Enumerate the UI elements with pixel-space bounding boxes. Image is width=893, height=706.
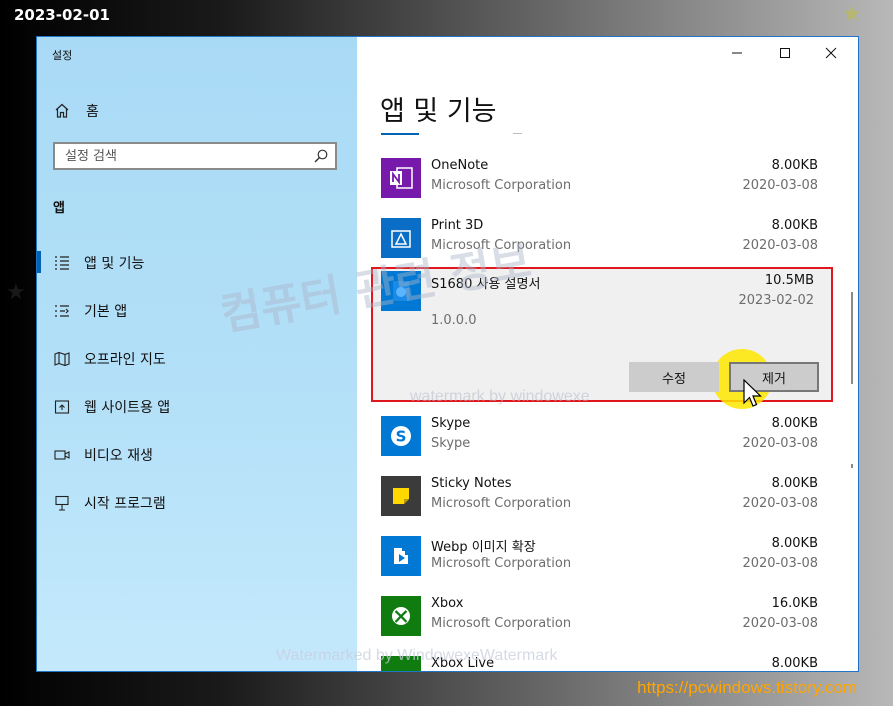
main-content: 앱 및 기능 OneNote Microsoft Corporation 8.0… [357,37,858,671]
app-publisher: Skype [431,436,471,451]
app-name: OneNote [431,158,489,173]
apps-features-icon [53,254,71,272]
app-name: Sticky Notes [431,476,512,491]
home-label: 홈 [86,104,99,120]
watermark-bottom-text: Watermarked by WindowexeWatermark [276,647,558,664]
page-title: 앱 및 기능 [380,96,497,127]
sidebar-item-video-playback[interactable]: 비디오 재생 [37,431,357,479]
app-install-date: 2023-02-02 [738,293,814,308]
close-button[interactable] [808,37,854,69]
section-heading-apps: 앱 [53,201,65,216]
settings-window: 설정 홈 앱 앱 및 기능 [36,36,859,672]
maximize-button[interactable] [762,37,808,69]
app-name: Xbox [431,596,464,611]
app-install-date: 2020-03-08 [742,556,818,571]
app-install-date: 2020-03-08 [742,616,818,631]
sidebar-item-label: 기본 앱 [84,304,128,320]
app-install-date: 2020-03-08 [742,436,818,451]
skype-icon: S [381,416,421,456]
sidebar-item-label: 시작 프로그램 [84,496,166,512]
window-title: 설정 [52,49,73,62]
home-nav[interactable]: 홈 [53,101,99,121]
app-install-date: 2020-03-08 [742,178,818,193]
app-size: 8.00KB [771,218,818,233]
star-decoration-icon: ★ [6,280,26,305]
app-name: Webp 이미지 확장 [431,540,536,555]
app-size: 8.00KB [771,476,818,491]
app-list-item[interactable]: Sticky Notes Microsoft Corporation 8.00K… [357,476,837,536]
sidebar-item-websites-apps[interactable]: 웹 사이트용 앱 [37,383,357,431]
app-install-date: 2020-03-08 [742,238,818,253]
app-size: 8.00KB [771,416,818,431]
app-size: 16.0KB [771,596,818,611]
divider [513,133,522,134]
default-apps-icon [53,302,71,320]
maximize-icon [780,48,790,58]
onenote-icon [381,158,421,198]
xbox-icon [381,596,421,636]
scrollbar-track-mark [851,464,853,468]
app-install-date: 2020-03-08 [742,496,818,511]
sidebar-item-label: 웹 사이트용 앱 [84,400,171,416]
blog-url-overlay: https://pcwindows.tistory.com [637,678,857,697]
star-decoration-icon: ★ [842,2,862,27]
app-publisher: Microsoft Corporation [431,178,572,193]
minimize-icon [732,52,742,54]
app-version: 1.0.0.0 [431,313,477,328]
sidebar-item-offline-maps[interactable]: 오프라인 지도 [37,335,357,383]
sticky-notes-icon [381,476,421,516]
startup-icon [53,494,71,512]
sidebar-item-label: 오프라인 지도 [84,352,166,368]
app-list-item[interactable]: S Skype Skype 8.00KB 2020-03-08 [357,416,837,476]
app-publisher: Microsoft Corporation [431,616,572,631]
minimize-button[interactable] [714,37,760,69]
sidebar-item-label: 앱 및 기능 [84,256,145,272]
search-icon[interactable] [313,148,329,164]
webp-extension-icon [381,536,421,576]
app-name: Print 3D [431,218,484,233]
mouse-cursor-icon [743,379,762,407]
home-icon [53,102,71,120]
app-list-item[interactable]: Webp 이미지 확장 Microsoft Corporation 8.00KB… [357,536,837,596]
title-underline [381,133,419,135]
svg-text:S: S [396,428,407,446]
app-size: 8.00KB [771,158,818,173]
app-list-item[interactable]: OneNote Microsoft Corporation 8.00KB 202… [357,158,837,218]
app-size: 8.00KB [771,536,818,551]
app-size: 8.00KB [771,656,818,671]
close-icon [825,47,837,59]
app-publisher: Microsoft Corporation [431,556,572,571]
settings-search-input[interactable] [55,144,305,168]
video-playback-icon [53,446,71,464]
sidebar-item-label: 비디오 재생 [84,448,153,464]
sidebar-item-startup[interactable]: 시작 프로그램 [37,479,357,527]
modify-button[interactable]: 수정 [629,362,719,392]
watermark-subtext: watermark by windowexe [410,388,590,405]
sidebar: 설정 홈 앱 앱 및 기능 [37,37,357,671]
scrollbar-thumb[interactable] [851,292,853,384]
settings-search-box[interactable] [53,142,337,170]
app-publisher: Microsoft Corporation [431,496,572,511]
offline-maps-icon [53,350,71,368]
date-overlay: 2023-02-01 [14,6,110,24]
app-name: Skype [431,416,471,431]
websites-apps-icon [53,398,71,416]
app-size: 10.5MB [764,273,814,288]
